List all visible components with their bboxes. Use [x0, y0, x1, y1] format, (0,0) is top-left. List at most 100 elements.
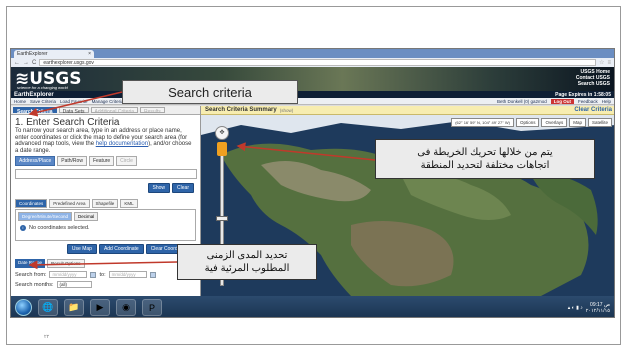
summary-show-link[interactable]: (show) — [280, 108, 294, 113]
search-months-row: Search months: (all) — [11, 278, 200, 288]
tab-title: EarthExplorer — [17, 51, 48, 57]
mode-decimal[interactable]: Decimal — [74, 212, 99, 221]
date-range-callout: تحديد المدى الزمنى المطلوب المرئية فية — [177, 244, 317, 280]
map-coordinates: (62° 16' 59" N, 104° 49' 27" W) — [451, 118, 514, 127]
coordinates-box: Degree/Minute/Second Decimal i No coordi… — [15, 209, 196, 241]
page-number: ٢٢ — [44, 334, 50, 340]
browser-tabbar: EarthExplorer × — [11, 49, 614, 58]
tray-icons[interactable]: ▴ ◐ ▮ ♪ — [568, 305, 583, 311]
start-button-icon[interactable] — [15, 299, 32, 316]
tab-data-sets[interactable]: Data Sets — [58, 107, 89, 115]
address-input[interactable] — [15, 169, 197, 179]
info-icon: i — [20, 225, 26, 231]
browser-tab[interactable]: EarthExplorer × — [14, 50, 94, 58]
date-range-row: Search from: mm/dd/yyyy to: mm/dd/yyyy — [11, 268, 200, 278]
nav-save-criteria[interactable]: Save Criteria — [30, 99, 56, 104]
pegman-icon[interactable] — [217, 142, 227, 156]
star-icon[interactable]: ☆ — [599, 59, 604, 66]
user-name: Beth Donkell (0) ga2mod — [496, 98, 547, 104]
search-usgs-link[interactable]: Search USGS — [576, 81, 610, 87]
tab-search-criteria[interactable]: Search Criteria — [13, 107, 57, 115]
media-player-icon[interactable]: ▶ — [90, 299, 110, 316]
search-criteria-callout: Search criteria — [122, 80, 298, 104]
instructions: To narrow your search area, type in an a… — [11, 128, 200, 154]
map-type-map-button[interactable]: Map — [569, 118, 586, 127]
tab-coordinates[interactable]: Coordinates — [15, 199, 48, 208]
chrome-icon[interactable]: ◉ — [116, 299, 136, 316]
search-panel: Search Criteria Data Sets Additional Cri… — [11, 106, 201, 296]
folder-icon[interactable]: 📁 — [64, 299, 84, 316]
map-type-satellite-button[interactable]: Satellite — [587, 118, 612, 127]
search-from-label: Search from: — [15, 271, 47, 278]
add-coordinate-button[interactable]: Add Coordinate — [98, 244, 144, 254]
tab-address-place[interactable]: Address/Place — [15, 156, 56, 166]
to-label: to: — [99, 271, 106, 278]
tab-results[interactable]: Results — [140, 107, 165, 115]
tab-predefined-area[interactable]: Predefined Area — [49, 199, 90, 208]
overlays-button[interactable]: Overlays — [541, 118, 568, 127]
use-map-button[interactable]: Use Map — [66, 244, 97, 254]
panel-heading: 1. Enter Search Criteria — [15, 117, 120, 128]
address-buttons: Show Clear — [11, 180, 200, 196]
system-tray: ▴ ◐ ▮ ♪ 09:17 ص ٢٠١٢/١١/١٥ — [568, 302, 610, 314]
tab-path-row[interactable]: Path/Row — [57, 156, 87, 166]
search-months-label: Search months: — [15, 281, 54, 288]
map-callout-line-2: اتجاهات مختلفة لتحديد المنطقة — [420, 160, 550, 171]
panel-tabs: Search Criteria Data Sets Additional Cri… — [11, 106, 200, 115]
url-field[interactable]: earthexplorer.usgs.gov — [39, 59, 597, 66]
date-tabs: Date Range Result Options — [15, 259, 196, 268]
help-documentation-link[interactable]: help documentation — [96, 141, 148, 147]
coordinate-mode: Degree/Minute/Second Decimal — [16, 210, 195, 223]
tab-circle[interactable]: Circle — [116, 156, 137, 166]
page-expires: Page Expires in 1:58:05 — [555, 91, 611, 98]
calendar-icon[interactable] — [149, 271, 156, 278]
clock-date: ٢٠١٢/١١/١٥ — [585, 307, 610, 314]
date-from-field[interactable]: mm/dd/yyyy — [49, 271, 88, 278]
clock[interactable]: 09:17 ص ٢٠١٢/١١/١٥ — [586, 302, 610, 314]
help-link[interactable]: Help — [602, 99, 611, 104]
tab-result-options[interactable]: Result Options — [47, 259, 85, 268]
calendar-icon[interactable] — [90, 271, 97, 278]
reload-icon[interactable]: C — [32, 60, 36, 66]
usgs-header: ≋USGS science for a changing world USGS … — [11, 67, 614, 91]
nav-home[interactable]: Home — [14, 99, 26, 104]
clock-time: 09:17 ص — [590, 301, 610, 308]
criteria-summary-bar: Search Criteria Summary (show) Clear Cri… — [201, 106, 614, 115]
nav-load-favorite[interactable]: Load Favorite — [60, 99, 88, 104]
powerpoint-icon[interactable]: P — [142, 299, 162, 316]
internet-explorer-icon[interactable]: 🌐 — [38, 299, 58, 316]
nav-bar: Home Save Criteria Load Favorite Manage … — [11, 98, 614, 105]
close-icon[interactable]: × — [88, 51, 91, 57]
clear-button[interactable]: Clear — [172, 183, 194, 193]
tab-shapefile[interactable]: Shapefile — [91, 199, 119, 208]
zoom-slider-handle[interactable] — [216, 216, 228, 221]
show-button[interactable]: Show — [147, 183, 171, 193]
date-to-field[interactable]: mm/dd/yyyy — [108, 271, 147, 278]
options-button[interactable]: Options — [515, 118, 540, 127]
tab-kml[interactable]: KML — [120, 199, 138, 208]
coordinate-buttons: Use Map Add Coordinate Clear Coordinates — [11, 241, 200, 257]
pan-control-icon[interactable]: ✥ — [215, 126, 229, 140]
tab-additional-criteria[interactable]: Additional Criteria — [90, 107, 139, 115]
back-icon[interactable]: ← — [14, 60, 20, 66]
tab-feature[interactable]: Feature — [88, 156, 115, 166]
summary-title: Search Criteria Summary — [205, 107, 277, 113]
windows-taskbar: 🌐 📁 ▶ ◉ P ▴ ◐ ▮ ♪ 09:17 ص ٢٠١٢/١١/١٥ — [11, 296, 614, 317]
menu-icon[interactable]: ≡ — [607, 60, 611, 66]
coordinate-tabs: Coordinates Predefined Area Shapefile KM… — [11, 196, 200, 209]
map-callout-line-1: يتم من خلالها تحريك الخريطة فى — [417, 147, 553, 158]
months-select[interactable]: (all) — [56, 281, 92, 288]
clear-criteria-link[interactable]: Clear Criteria — [574, 107, 612, 113]
feedback-link[interactable]: Feedback — [578, 99, 598, 104]
mode-dms[interactable]: Degree/Minute/Second — [18, 212, 73, 221]
logout-button[interactable]: Log Out — [550, 98, 574, 104]
address-bar: ← → C earthexplorer.usgs.gov ☆ ≡ — [11, 58, 614, 67]
map-navigation-callout: يتم من خلالها تحريك الخريطة فى اتجاهات م… — [375, 139, 595, 179]
tab-date-range[interactable]: Date Range — [15, 259, 46, 268]
map-tools: (62° 16' 59" N, 104° 49' 27" W) Options … — [451, 118, 612, 127]
no-coordinates-message: i No coordinates selected. — [16, 223, 195, 233]
app-title-bar: EarthExplorer Page Expires in 1:58:05 — [11, 91, 614, 98]
forward-icon[interactable]: → — [23, 60, 29, 66]
nav-manage-criteria[interactable]: Manage Criteria — [92, 99, 124, 104]
usgs-tagline: science for a changing world — [17, 85, 68, 90]
